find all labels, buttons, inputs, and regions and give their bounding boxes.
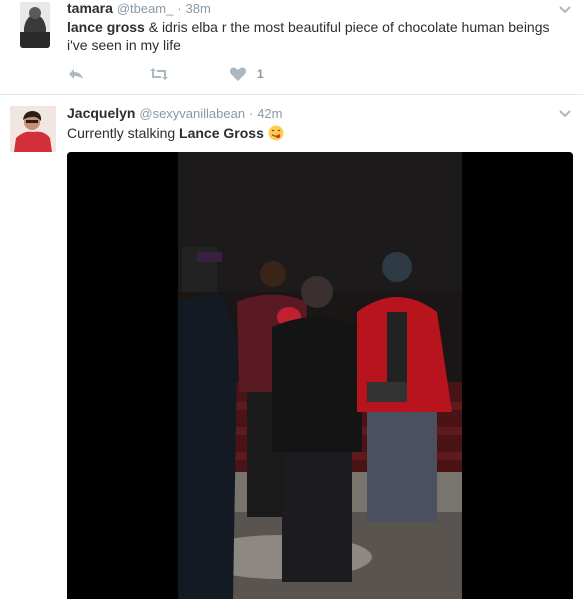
separator-dot: · [177, 1, 182, 16]
separator-dot: · [248, 106, 254, 121]
face-savoring-food-emoji [268, 125, 284, 141]
caret-down-icon[interactable] [559, 110, 571, 118]
mention-bold: Lance Gross [179, 125, 264, 141]
tweet-text: lance gross & idris elba r the most beau… [67, 18, 567, 54]
timestamp[interactable]: 38m [186, 1, 211, 16]
user-handle[interactable]: @tbeam_ [117, 1, 174, 16]
heart-icon[interactable] [229, 66, 247, 82]
tweet-header: Jacquelyn @sexyvanillabean · 42m [67, 105, 283, 121]
mention-bold: lance gross [67, 19, 145, 35]
avatar[interactable] [10, 106, 56, 152]
tweet-text-plain: Currently stalking [67, 125, 180, 141]
tweet-actions: 1 [67, 66, 367, 86]
like-count: 1 [257, 67, 264, 81]
retweet-icon[interactable] [149, 66, 169, 82]
tweet-header: tamara @tbeam_ · 38m [67, 0, 211, 16]
caret-down-icon[interactable] [559, 6, 571, 14]
tweet-text: Currently stalking Lance Gross [67, 124, 567, 142]
tweet-tamara[interactable]: tamara @tbeam_ · 38m lance gross & idris… [0, 0, 583, 95]
timestamp[interactable]: 42m [257, 106, 282, 121]
video-player[interactable] [67, 152, 573, 599]
avatar[interactable] [20, 2, 50, 48]
reply-icon[interactable] [67, 66, 85, 82]
tweet-jacquelyn[interactable]: Jacquelyn @sexyvanillabean · 42m Current… [0, 96, 583, 599]
video-still [67, 152, 573, 599]
display-name[interactable]: Jacquelyn [67, 105, 135, 121]
user-handle[interactable]: @sexyvanillabean [139, 106, 245, 121]
display-name[interactable]: tamara [67, 0, 113, 16]
